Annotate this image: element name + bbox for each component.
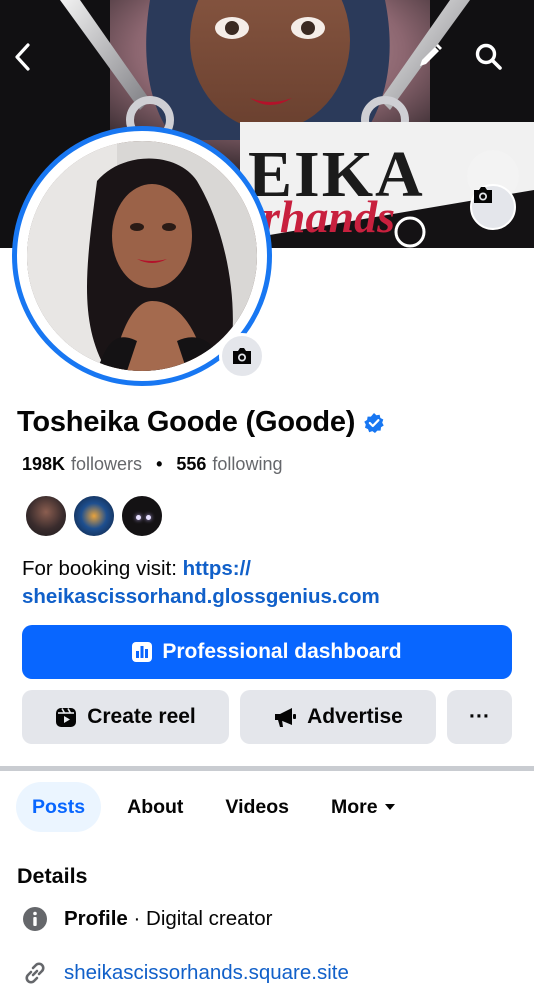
bio-text: For booking visit: xyxy=(22,557,183,580)
following-count[interactable]: 556 xyxy=(176,454,206,475)
chevron-left-icon xyxy=(15,43,30,71)
cover-logo-script: rhands xyxy=(262,191,395,242)
profile-tabs: Posts About Videos More xyxy=(16,782,412,832)
friend-avatar[interactable] xyxy=(72,494,116,538)
verified-badge-icon xyxy=(364,412,384,433)
stats-separator: • xyxy=(156,454,163,474)
tab-videos[interactable]: Videos xyxy=(209,782,305,832)
dashboard-chart-icon xyxy=(132,642,153,662)
profile-type-label: Profile xyxy=(64,907,128,930)
follow-stats: 198K followers • 556 following xyxy=(22,454,282,475)
professional-dashboard-label: Professional dashboard xyxy=(162,640,402,663)
detail-website[interactable]: sheikascissorhands.square.site xyxy=(22,960,349,986)
professional-dashboard-button[interactable]: Professional dashboard xyxy=(22,625,512,679)
profile-separator: · xyxy=(127,907,147,930)
camera-icon xyxy=(233,348,251,364)
megaphone-icon xyxy=(275,708,297,727)
search-button[interactable] xyxy=(474,42,518,86)
more-dots-icon: ··· xyxy=(469,705,490,728)
advertise-button[interactable]: Advertise xyxy=(240,690,436,744)
followers-label[interactable]: followers xyxy=(71,454,142,475)
following-label[interactable]: following xyxy=(212,454,282,475)
reel-icon xyxy=(56,708,77,727)
back-button[interactable] xyxy=(12,42,56,86)
details-heading: Details xyxy=(17,864,88,888)
link-icon xyxy=(25,962,45,984)
profile-bio: For booking visit: https://sheikascissor… xyxy=(22,555,502,611)
profile-name: Tosheika Goode (Goode) xyxy=(17,406,356,438)
create-reel-label: Create reel xyxy=(87,705,196,728)
edit-profile-picture-button[interactable] xyxy=(219,333,265,379)
tab-about[interactable]: About xyxy=(111,782,199,832)
edit-cover-photo-button[interactable] xyxy=(470,184,516,230)
profile-category: Digital creator xyxy=(146,907,273,930)
detail-profile-category: Profile · Digital creator xyxy=(22,906,272,932)
profile-photo xyxy=(27,141,257,371)
pencil-icon xyxy=(420,44,442,66)
profile-name-row: Tosheika Goode (Goode) xyxy=(17,406,385,439)
friend-avatar[interactable] xyxy=(120,494,164,538)
info-icon xyxy=(23,907,47,931)
section-divider xyxy=(0,766,534,771)
followers-count[interactable]: 198K xyxy=(22,454,65,475)
tab-more[interactable]: More xyxy=(315,782,412,832)
friend-avatar[interactable] xyxy=(24,494,68,538)
caret-down-icon xyxy=(384,804,395,810)
more-actions-button[interactable]: ··· xyxy=(447,690,512,744)
camera-icon xyxy=(474,187,492,203)
search-icon xyxy=(475,43,502,70)
edit-button[interactable] xyxy=(416,42,456,86)
create-reel-button[interactable]: Create reel xyxy=(22,690,229,744)
advertise-label: Advertise xyxy=(307,705,403,728)
website-link[interactable]: sheikascissorhands.square.site xyxy=(64,961,349,985)
friend-avatars[interactable] xyxy=(24,494,164,538)
tab-posts[interactable]: Posts xyxy=(16,782,102,832)
